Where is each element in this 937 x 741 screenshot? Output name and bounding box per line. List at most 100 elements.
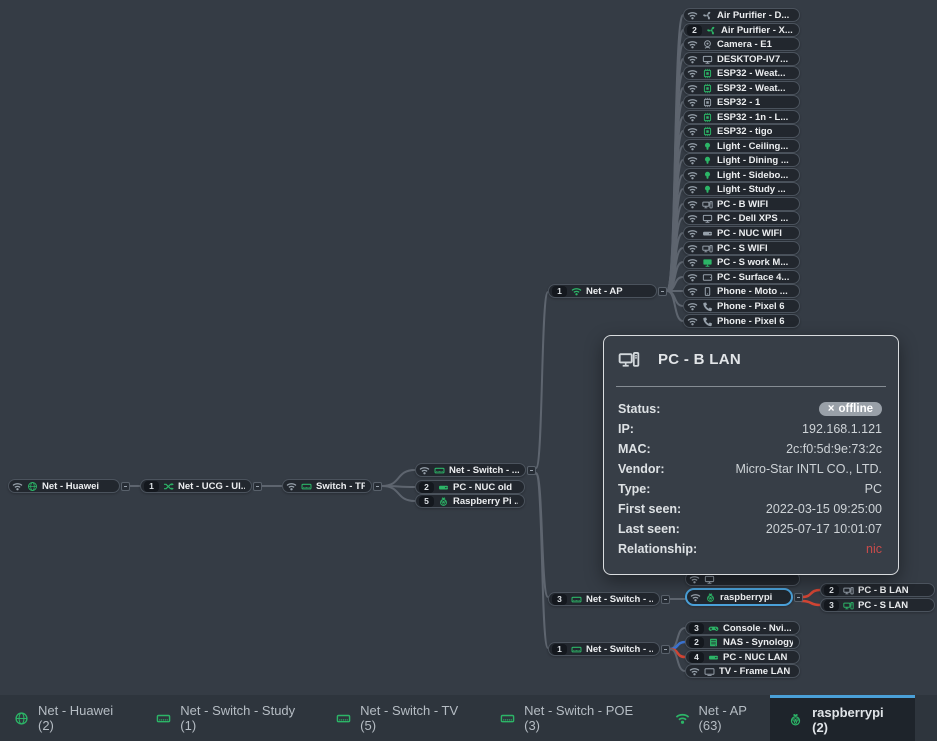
pc-icon	[702, 199, 713, 210]
node-dev-light-study[interactable]: Light - Study ...	[683, 182, 800, 196]
detail-label: First seen:	[618, 502, 681, 516]
node-dev-pc-dell-xps[interactable]: PC - Dell XPS ...	[683, 211, 800, 225]
fan-icon	[702, 10, 713, 21]
tab-net-ap-63[interactable]: Net - AP (63)	[673, 695, 771, 741]
detail-value: 2022-03-15 09:25:00	[766, 502, 882, 516]
node-label: Air Purifier - D...	[717, 10, 789, 21]
detail-label: Vendor:	[618, 462, 665, 476]
pc-icon	[843, 585, 854, 596]
node-net-huawei[interactable]: Net - Huawei	[8, 479, 120, 493]
node-label: Raspberry Pi ...	[453, 496, 518, 507]
node-label: Camera - E1	[717, 39, 772, 50]
detail-label: IP:	[618, 422, 634, 436]
collapse-button-net-ucg[interactable]	[253, 482, 262, 491]
monitor-icon	[702, 213, 713, 224]
node-dev-air-purifier-d[interactable]: Air Purifier - D...	[683, 8, 800, 22]
switch-icon	[571, 594, 582, 605]
node-net-switch-b[interactable]: 3Net - Switch - ...	[548, 592, 660, 606]
tab-net-switch-poe-3[interactable]: Net - Switch - POE (3)	[498, 695, 646, 741]
node-dev-air-purifier-x[interactable]: 2Air Purifier - X...	[683, 23, 800, 37]
detail-value: 2c:f0:5d:9e:73:2c	[786, 442, 882, 456]
node-dev-pc-nuc-wifi[interactable]: PC - NUC WIFI	[683, 226, 800, 240]
node-net-ucg[interactable]: 1Net - UCG - Ul...	[140, 479, 252, 493]
node-label: ESP32 - Weat...	[717, 68, 785, 79]
node-label: Phone - Pixel 6	[717, 316, 785, 327]
collapse-button-raspberrypi[interactable]	[794, 593, 803, 602]
mobile-icon	[702, 286, 713, 297]
detail-row: First seen: 2022-03-15 09:25:00	[618, 499, 882, 519]
raspberry-icon	[438, 496, 449, 507]
detail-row: Vendor: Micro-Star INTL CO., LTD.	[618, 459, 882, 479]
node-dev-tv-frame[interactable]: TV - Frame LAN	[685, 664, 800, 678]
node-dev-light-dining[interactable]: Light - Dining ...	[683, 153, 800, 167]
wifi-icon	[687, 257, 698, 268]
tab-label: Net - Switch - Study (1)	[180, 703, 306, 733]
wifi-icon	[687, 184, 698, 195]
node-dev-esp32-tigo[interactable]: ESP32 - tigo	[683, 124, 800, 138]
tab-label: raspberrypi (2)	[812, 705, 897, 735]
node-label: PC - Surface 4...	[717, 272, 789, 283]
node-pc-b-lan[interactable]: 2PC - B LAN	[820, 583, 935, 597]
node-dev-pc-surface[interactable]: PC - Surface 4...	[683, 270, 800, 284]
node-label: Phone - Moto ...	[717, 286, 788, 297]
node-dev-light-sidebo[interactable]: Light - Sidebo...	[683, 168, 800, 182]
node-raspberry-pi[interactable]: 5 Raspberry Pi ...	[415, 494, 525, 508]
collapse-button-switch-tp[interactable]	[373, 482, 382, 491]
detail-row: IP:192.168.1.121	[618, 419, 882, 439]
wifi-icon	[687, 10, 698, 21]
node-switch-tp[interactable]: Switch - TP li...	[282, 479, 372, 493]
wifi-icon	[690, 592, 701, 603]
monitor-icon	[704, 574, 715, 585]
node-dev-desktop[interactable]: DESKTOP-IV7...	[683, 52, 800, 66]
node-dev-nas-synology[interactable]: 2NAS - Synology	[685, 635, 800, 649]
tab-net-switch-study-1[interactable]: Net - Switch - Study (1)	[154, 695, 308, 741]
status-badge: ×offline	[819, 402, 882, 416]
port-badge: 4	[689, 652, 704, 663]
tab-raspberrypi-2[interactable]: raspberrypi (2)	[770, 695, 915, 741]
node-dev-phone-pixel6b[interactable]: Phone - Pixel 6	[683, 314, 800, 328]
collapse-button-net-switch-b[interactable]	[661, 595, 670, 604]
chip-icon	[702, 83, 713, 94]
node-net-switch-c[interactable]: 1Net - Switch - ...	[548, 642, 660, 656]
node-pc-nuc-old[interactable]: 2PC - NUC old	[415, 480, 525, 494]
node-dev-pc-s-wifi[interactable]: PC - S WIFI	[683, 241, 800, 255]
node-raspberrypi[interactable]: raspberrypi	[685, 588, 793, 606]
node-label: Net - AP	[586, 286, 623, 297]
tablet-icon	[702, 272, 713, 283]
node-dev-esp32-weat1[interactable]: ESP32 - Weat...	[683, 66, 800, 80]
node-dev-esp32-1[interactable]: ESP32 - 1	[683, 95, 800, 109]
node-net-ap[interactable]: 1Net - AP	[548, 284, 657, 298]
collapse-button-net-ap[interactable]	[658, 287, 667, 296]
camera-icon	[702, 39, 713, 50]
node-dev-pc-nuc-lan[interactable]: 4PC - NUC LAN	[685, 650, 800, 664]
switch-icon	[156, 711, 171, 726]
node-dev-pc-s-work[interactable]: PC - S work M...	[683, 255, 800, 269]
detail-value: Micro-Star INTL CO., LTD.	[735, 462, 882, 476]
node-net-switch-a[interactable]: Net - Switch - ...	[415, 463, 526, 477]
node-dev-camera-e1[interactable]: Camera - E1	[683, 37, 800, 51]
node-dev-pc-b-wifi[interactable]: PC - B WIFI	[683, 197, 800, 211]
tab-net-switch-tv-5[interactable]: Net - Switch - TV (5)	[334, 695, 472, 741]
node-label: Light - Dining ...	[717, 155, 789, 166]
switch-icon	[336, 711, 351, 726]
collapse-button-net-huawei[interactable]	[121, 482, 130, 491]
raspberry-icon	[705, 592, 716, 603]
collapse-button-net-switch-a[interactable]	[527, 466, 536, 475]
minipc-icon	[438, 482, 449, 493]
node-pc-s-lan[interactable]: 3PC - S LAN	[820, 598, 935, 612]
wifi-icon	[689, 666, 700, 677]
node-dev-console-nvi[interactable]: 3Console - Nvi...	[685, 621, 800, 635]
tab-net-huawei-2[interactable]: Net - Huawei (2)	[12, 695, 128, 741]
switch-icon	[301, 481, 312, 492]
node-dev-phone-moto[interactable]: Phone - Moto ...	[683, 284, 800, 298]
raspberry-icon	[788, 712, 803, 727]
wifi-icon	[687, 39, 698, 50]
node-dev-phone-pixel6a[interactable]: Phone - Pixel 6	[683, 299, 800, 313]
collapse-button-net-switch-c[interactable]	[661, 645, 670, 654]
port-badge: 5	[419, 496, 434, 507]
node-dev-esp32-weat2[interactable]: ESP32 - Weat...	[683, 81, 800, 95]
popup-divider	[616, 386, 886, 387]
node-dev-esp32-1n[interactable]: ESP32 - 1n - L...	[683, 110, 800, 124]
node-dev-light-ceiling[interactable]: Light - Ceiling...	[683, 139, 800, 153]
wifi-icon	[687, 112, 698, 123]
